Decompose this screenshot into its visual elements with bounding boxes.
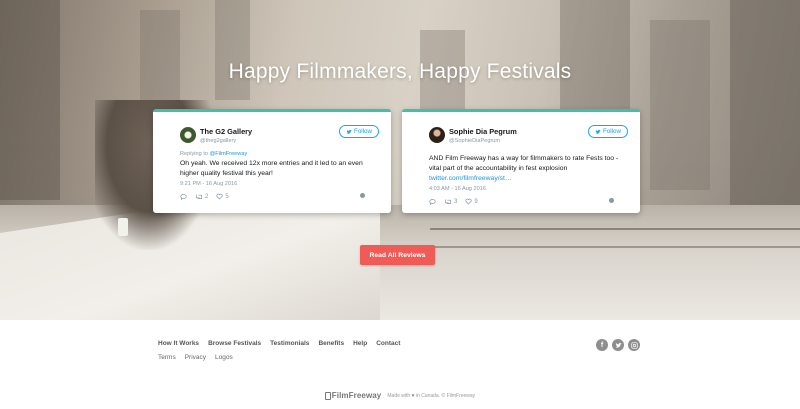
- reply-context: Replying to @FilmFreeway: [180, 151, 379, 157]
- footer-link-browse-festivals[interactable]: Browse Festivals: [208, 340, 261, 347]
- hero-section: Happy Filmmakers, Happy Festivals The G2…: [0, 0, 800, 320]
- info-icon[interactable]: [360, 193, 365, 198]
- retweet-button[interactable]: 3: [444, 198, 457, 205]
- facebook-icon[interactable]: f: [596, 339, 608, 351]
- footer-link-help[interactable]: Help: [353, 340, 367, 347]
- like-button[interactable]: 9: [465, 198, 478, 205]
- reply-icon[interactable]: [180, 193, 187, 200]
- retweet-icon: [196, 194, 202, 199]
- footer-nav: How It Works Browse Festivals Testimonia…: [158, 340, 400, 347]
- tweet-text: AND Film Freeway has a way for filmmaker…: [429, 155, 619, 172]
- footer-copyright: FilmFreeway Made with ♥ in Canada. © Fil…: [0, 391, 800, 400]
- footer-link-privacy[interactable]: Privacy: [185, 354, 206, 361]
- tweet-timestamp[interactable]: 4:03 AM - 16 Aug 2016: [429, 186, 628, 192]
- filmfreeway-logo[interactable]: FilmFreeway: [324, 391, 382, 400]
- hero-title: Happy Filmmakers, Happy Festivals: [228, 60, 572, 83]
- made-with-suffix: in Canada. © FilmFreeway: [415, 392, 476, 399]
- avatar[interactable]: [429, 127, 445, 143]
- twitter-bird-icon: [595, 129, 601, 134]
- info-icon[interactable]: [609, 198, 614, 203]
- copyright-text: Made with ♥ in Canada. © FilmFreeway: [387, 393, 475, 399]
- avatar[interactable]: [180, 127, 196, 143]
- footer-link-benefits[interactable]: Benefits: [318, 340, 344, 347]
- tweet-author-handle[interactable]: @SophieDiaPegrum: [449, 137, 517, 146]
- logo-mark-icon: [324, 391, 331, 400]
- social-links: f: [596, 339, 640, 351]
- retweet-icon: [445, 199, 451, 204]
- footer-secondary-nav: Terms Privacy Logos: [158, 354, 233, 361]
- tweet-author-name[interactable]: Sophie Dia Pegrum: [449, 127, 517, 136]
- follow-label: Follow: [603, 128, 621, 135]
- heart-icon: [216, 193, 223, 200]
- heart-icon: [465, 198, 472, 205]
- tweet-author-name[interactable]: The G2 Gallery: [200, 127, 252, 136]
- cup-photo: [118, 218, 128, 236]
- tweet-author-handle[interactable]: @theg2gallery: [200, 137, 252, 146]
- heart-icon: ♥: [411, 392, 415, 399]
- tweet-card[interactable]: Sophie Dia Pegrum @SophieDiaPegrum Follo…: [402, 109, 640, 213]
- footer-link-terms[interactable]: Terms: [158, 354, 176, 361]
- instagram-icon[interactable]: [628, 339, 640, 351]
- tweet-link[interactable]: twitter.com/filmfreeway/st…: [429, 174, 628, 184]
- reply-icon[interactable]: [429, 198, 436, 205]
- reply-prefix: Replying to: [180, 151, 210, 157]
- footer-link-contact[interactable]: Contact: [376, 340, 400, 347]
- read-all-reviews-button[interactable]: Read All Reviews: [360, 245, 435, 265]
- twitter-bird-icon: [346, 129, 352, 134]
- footer-link-logos[interactable]: Logos: [215, 354, 233, 361]
- retweet-count: 3: [454, 198, 458, 205]
- made-with-prefix: Made with: [387, 392, 411, 399]
- footer-link-testimonials[interactable]: Testimonials: [270, 340, 309, 347]
- follow-button[interactable]: Follow: [339, 125, 379, 138]
- tweet-timestamp[interactable]: 9:21 PM - 16 Aug 2016: [180, 181, 379, 187]
- follow-label: Follow: [354, 128, 372, 135]
- twitter-icon[interactable]: [612, 339, 624, 351]
- like-count: 5: [225, 193, 229, 200]
- tweet-text: Oh yeah. We received 12x more entries an…: [180, 160, 363, 177]
- reply-to-link[interactable]: @FilmFreeway: [210, 151, 248, 157]
- footer-link-how-it-works[interactable]: How It Works: [158, 340, 199, 347]
- follow-button[interactable]: Follow: [588, 125, 628, 138]
- retweet-button[interactable]: 2: [195, 193, 208, 200]
- like-button[interactable]: 5: [216, 193, 229, 200]
- tweet-card[interactable]: The G2 Gallery @theg2gallery Follow Repl…: [153, 109, 391, 213]
- retweet-count: 2: [205, 193, 209, 200]
- logo-text: FilmFreeway: [331, 391, 382, 400]
- like-count: 9: [474, 198, 478, 205]
